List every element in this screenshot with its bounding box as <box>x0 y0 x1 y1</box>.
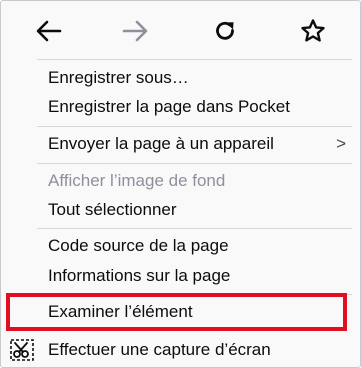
scissors-icon <box>10 339 34 361</box>
navigation-toolbar <box>1 1 360 59</box>
menu-item-label: Envoyer la page à un appareil <box>48 134 274 153</box>
arrow-right-icon <box>122 20 148 42</box>
menu-item-label: Informations sur la page <box>48 266 231 285</box>
menu-separator <box>37 126 352 127</box>
menu-item-label: Afficher l’image de fond <box>48 171 226 190</box>
menu-separator <box>37 163 352 164</box>
forward-button[interactable] <box>115 11 155 51</box>
menu-item-select-all[interactable]: Tout sélectionner <box>1 195 360 225</box>
menu-item-send-to-device[interactable]: Envoyer la page à un appareil > <box>1 129 360 159</box>
arrow-left-icon <box>36 20 62 42</box>
menu-separator <box>37 228 352 229</box>
menu-item-view-page-source[interactable]: Code source de la page <box>1 231 360 261</box>
context-menu: Enregistrer sous… Enregistrer la page da… <box>0 0 361 368</box>
back-button[interactable] <box>29 11 69 51</box>
menu-item-label: Enregistrer sous… <box>48 68 189 87</box>
reload-icon <box>216 21 234 40</box>
menu-item-view-background-image: Afficher l’image de fond <box>1 166 360 196</box>
highlight-box <box>6 293 347 331</box>
submenu-chevron-icon: > <box>336 134 346 153</box>
menu-item-label: Effectuer une capture d’écran <box>48 340 271 359</box>
menu-item-label: Code source de la page <box>48 236 229 255</box>
menu-item-save-as[interactable]: Enregistrer sous… <box>1 63 360 93</box>
menu-item-label: Enregistrer la page dans Pocket <box>48 97 290 116</box>
menu-item-page-info[interactable]: Informations sur la page <box>1 261 360 291</box>
menu-item-save-to-pocket[interactable]: Enregistrer la page dans Pocket <box>1 92 360 122</box>
menu-separator <box>37 59 352 60</box>
star-icon <box>301 19 325 42</box>
menu-item-label: Tout sélectionner <box>48 200 177 219</box>
menu-item-take-screenshot[interactable]: Effectuer une capture d’écran <box>1 335 360 365</box>
bookmark-button[interactable] <box>293 11 333 51</box>
reload-button[interactable] <box>205 11 245 51</box>
